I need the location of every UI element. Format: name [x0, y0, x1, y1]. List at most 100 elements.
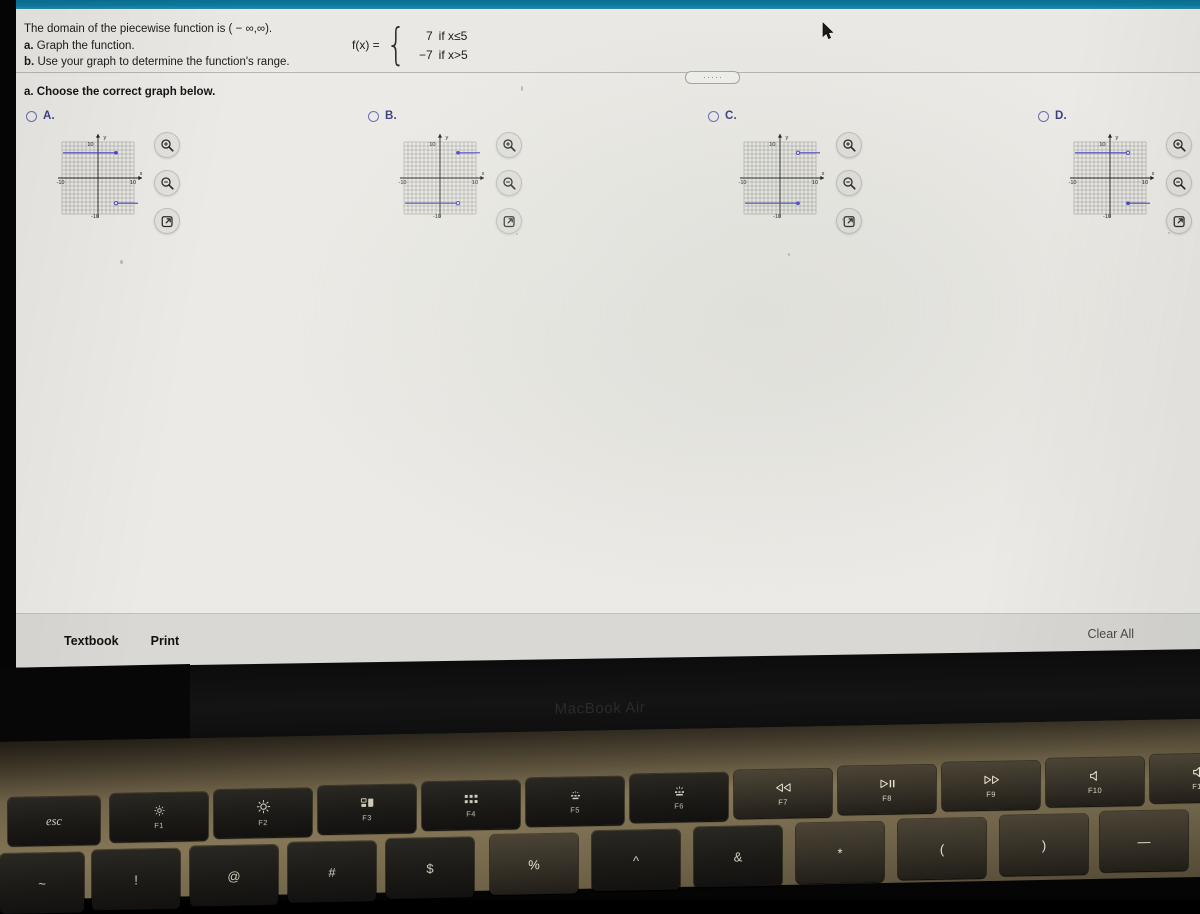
key-3[interactable]: # [288, 841, 376, 903]
key-minus[interactable]: — [1100, 810, 1188, 872]
key-1[interactable]: ! [92, 849, 180, 911]
key-f6[interactable]: F6 [630, 773, 728, 823]
option-a-radio[interactable] [26, 111, 37, 122]
key-f7[interactable]: F7 [734, 769, 832, 819]
case-2-condition: if x>5 [439, 48, 468, 62]
svg-text:x: x [482, 171, 485, 177]
option-a-body: yx-101010-10 [26, 128, 196, 228]
function-label: f(x) = [352, 38, 380, 52]
option-c-header[interactable]: C. [708, 108, 878, 124]
key-tilde-label: ~ [38, 877, 46, 890]
svg-text:y: y [446, 135, 449, 141]
expand-popout-icon[interactable] [496, 208, 522, 234]
zoom-in-icon[interactable] [836, 132, 862, 158]
svg-text:10: 10 [1142, 180, 1148, 186]
key-f2[interactable]: F2 [214, 788, 312, 838]
rewind-icon [774, 781, 793, 796]
option-c-radio[interactable] [708, 111, 719, 122]
dust-speck [788, 253, 790, 256]
option-b-header[interactable]: B. [368, 108, 538, 124]
option-d[interactable]: D. yx-101010-10 [1038, 108, 1200, 228]
volume-down-icon [1192, 765, 1200, 780]
key-6-label: ^ [633, 854, 639, 867]
svg-text:y: y [786, 135, 789, 141]
question-line-3-label: b. [24, 56, 34, 68]
page-title: a. Choose the correct graph below. [24, 86, 215, 98]
key-tilde[interactable]: ~ [0, 852, 84, 914]
textbook-button[interactable]: Textbook [64, 634, 119, 648]
svg-text:-10: -10 [1068, 180, 1076, 186]
key-f3-label: F3 [362, 814, 372, 822]
option-d-body: yx-101010-10 [1038, 128, 1200, 228]
key-2[interactable]: @ [190, 845, 278, 907]
key-9[interactable]: ( [898, 818, 986, 880]
key-1-label: ! [134, 873, 138, 886]
mission-control-icon [360, 796, 375, 812]
option-c-graph[interactable]: yx-101010-10 [730, 130, 828, 226]
zoom-in-icon[interactable] [154, 132, 180, 158]
key-f3[interactable]: F3 [318, 784, 416, 834]
dust-speck [1168, 232, 1170, 234]
option-d-graph[interactable]: yx-101010-10 [1060, 130, 1158, 226]
zoom-out-icon[interactable] [1166, 170, 1192, 196]
key-f10-label: F10 [1088, 786, 1102, 794]
left-brace-icon: { [386, 27, 406, 63]
key-f9[interactable]: F9 [942, 761, 1040, 811]
panel-resize-handle[interactable] [685, 71, 740, 84]
option-d-header[interactable]: D. [1038, 108, 1200, 124]
option-b-radio[interactable] [368, 111, 379, 122]
svg-text:x: x [1152, 171, 1155, 177]
option-b[interactable]: B. yx-101010-10 [368, 108, 538, 228]
brightness-high-icon [256, 799, 271, 817]
option-a-header[interactable]: A. [26, 108, 196, 124]
question-line-3-text: Use your graph to determine the function… [37, 56, 289, 68]
expand-popout-icon[interactable] [1166, 208, 1192, 234]
mouse-cursor-icon [822, 22, 834, 40]
function-case-2: −7 if x>5 [413, 48, 468, 62]
option-b-graph-svg: yx-101010-10 [390, 130, 488, 226]
question-text: The domain of the piecewise function is … [24, 21, 290, 71]
option-a[interactable]: A. yx-101010-10 [26, 108, 196, 228]
key-4[interactable]: $ [386, 837, 474, 899]
option-c[interactable]: C. yx-101010-10 [708, 108, 878, 228]
key-7[interactable]: & [694, 826, 782, 888]
mute-icon [1089, 769, 1102, 784]
key-f11[interactable]: F11 [1150, 753, 1200, 803]
svg-text:-10: -10 [738, 180, 746, 186]
key-0[interactable]: ) [1000, 814, 1088, 876]
keyboard: esc F1 F2 F3 F4 [0, 720, 1200, 900]
svg-text:-10: -10 [1103, 214, 1111, 220]
zoom-in-icon[interactable] [1166, 132, 1192, 158]
key-8[interactable]: * [796, 822, 884, 884]
zoom-out-icon[interactable] [836, 170, 862, 196]
question-line-2-text: Graph the function. [37, 40, 135, 52]
svg-text:10: 10 [812, 180, 818, 186]
clear-all-button[interactable]: Clear All [1087, 627, 1134, 641]
key-5-label: % [528, 858, 540, 871]
svg-text:10: 10 [429, 142, 435, 148]
function-cases: 7 if x≤5 −7 if x>5 [413, 29, 468, 62]
key-f4[interactable]: F4 [422, 780, 520, 830]
print-button[interactable]: Print [151, 634, 179, 648]
zoom-out-icon[interactable] [496, 170, 522, 196]
option-d-radio[interactable] [1038, 111, 1049, 122]
zoom-in-icon[interactable] [496, 132, 522, 158]
dust-speck [521, 86, 523, 91]
key-5[interactable]: % [490, 833, 578, 895]
expand-popout-icon[interactable] [836, 208, 862, 234]
option-c-tools [836, 132, 862, 234]
expand-popout-icon[interactable] [154, 208, 180, 234]
key-f1-label: F1 [154, 822, 164, 830]
zoom-out-icon[interactable] [154, 170, 180, 196]
key-f1[interactable]: F1 [110, 792, 208, 842]
question-line-1: The domain of the piecewise function is … [24, 21, 290, 38]
option-a-graph[interactable]: yx-101010-10 [48, 130, 146, 226]
key-f5[interactable]: F5 [526, 777, 624, 827]
section-divider [16, 72, 1200, 73]
key-6[interactable]: ^ [592, 830, 680, 892]
key-f10[interactable]: F10 [1046, 757, 1144, 807]
option-b-graph[interactable]: yx-101010-10 [390, 130, 488, 226]
svg-text:-10: -10 [56, 180, 64, 186]
key-esc[interactable]: esc [8, 796, 100, 846]
key-f8[interactable]: F8 [838, 765, 936, 815]
